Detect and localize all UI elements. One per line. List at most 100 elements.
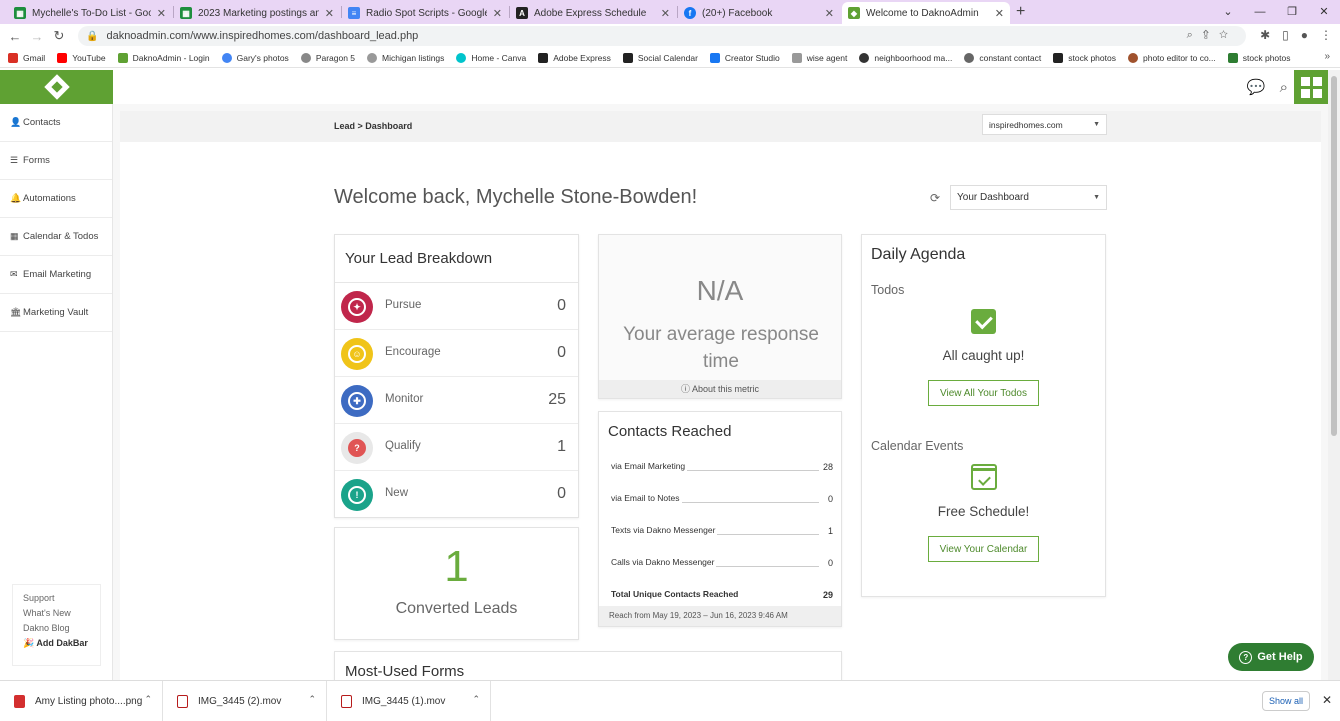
calendar-events-heading: Calendar Events (871, 439, 964, 453)
sidebar-item-email-marketing[interactable]: ✉ Email Marketing (0, 256, 112, 294)
sidebar-item-calendar[interactable]: ▦ Calendar & Todos (0, 218, 112, 256)
card-title: Your Lead Breakdown (345, 250, 493, 267)
bookmark[interactable]: neighboorhood ma... (859, 52, 952, 63)
sidepanel-icon[interactable]: ▯ (1282, 28, 1289, 42)
lead-row-pursue[interactable]: ✦ Pursue 0 (335, 283, 578, 330)
bookmark[interactable]: Creator Studio (709, 52, 780, 63)
add-dakbar-link[interactable]: 🎉 Add DakBar (23, 638, 90, 649)
sidebar-footer: Support What's New Dakno Blog 🎉 Add DakB… (12, 584, 101, 666)
main-content: Lead > Dashboard inspiredhomes.com ▼ Wel… (113, 104, 1328, 680)
close-tab-icon[interactable]: ✕ (825, 7, 834, 20)
about-metric-link[interactable]: ⓘ About this metric (599, 380, 841, 398)
browser-tab-active[interactable]: ◆ Welcome to DaknoAdmin ✕ (842, 2, 1010, 24)
chevron-up-icon[interactable]: ⌃ (308, 694, 316, 705)
page-scrollbar[interactable] (1328, 70, 1340, 680)
url-field[interactable]: 🔒 daknoadmin.com/www.inspiredhomes.com/d… (78, 26, 1246, 46)
show-all-downloads-button[interactable]: Show all (1262, 691, 1310, 711)
close-tab-icon[interactable]: ✕ (661, 7, 670, 20)
bookmark[interactable]: Adobe Express (538, 52, 611, 63)
restore-button[interactable]: ❐ (1276, 0, 1308, 24)
close-tab-icon[interactable]: ✕ (325, 7, 334, 20)
blog-link[interactable]: Dakno Blog (23, 623, 90, 633)
forward-button[interactable]: → (26, 29, 48, 44)
page-title: Welcome back, Mychelle Stone-Bowden! (334, 186, 698, 208)
reach-row: Texts via Dakno Messenger 1 (611, 525, 833, 536)
download-item[interactable]: IMG_3445 (2).mov ⌃ (163, 681, 327, 721)
bookmarks-overflow-icon[interactable]: » (1324, 51, 1330, 62)
lead-row-new[interactable]: ! New 0 (335, 471, 578, 518)
apps-grid-button[interactable] (1294, 70, 1328, 104)
url-actions[interactable]: ⌕⇪☆ (1187, 29, 1238, 42)
support-link[interactable]: Support (23, 593, 90, 603)
menu-icon[interactable]: ⋮ (1320, 28, 1332, 42)
browser-tab[interactable]: ▦ Mychelle's To-Do List - Google S ✕ (8, 2, 172, 24)
sidebar: 👤 Contacts ☰ Forms 🔔 Automations ▦ Calendar … (0, 104, 113, 680)
view-calendar-button[interactable]: View Your Calendar (928, 536, 1039, 562)
sidebar-item-contacts[interactable]: 👤 Contacts (0, 104, 112, 142)
download-item[interactable]: IMG_3445 (1).mov ⌃ (327, 681, 491, 721)
close-tab-icon[interactable]: ✕ (995, 7, 1004, 20)
download-item[interactable]: Amy Listing photo....png ⌃ (0, 681, 163, 721)
bookmark[interactable]: YouTube (57, 52, 106, 63)
sidebar-item-forms[interactable]: ☰ Forms (0, 142, 112, 180)
chevron-up-icon[interactable]: ⌃ (144, 694, 152, 705)
tab-search-icon[interactable]: ⌄ (1212, 0, 1244, 24)
puzzle-icon[interactable]: ✱ (1260, 28, 1270, 42)
user-icon: 👤 (10, 117, 22, 127)
sidebar-item-automations[interactable]: 🔔 Automations (0, 180, 112, 218)
lead-row-qualify[interactable]: ? Qualify 1 (335, 424, 578, 471)
bookmark[interactable]: Home - Canva (456, 52, 526, 63)
dakno-logo[interactable] (0, 70, 113, 104)
reload-button[interactable]: ↻ (48, 28, 70, 44)
scroll-thumb[interactable] (1331, 76, 1337, 436)
bookmark[interactable]: photo editor to co... (1127, 52, 1216, 63)
browser-tab[interactable]: ≡ Radio Spot Scripts - Google Docs ✕ (342, 2, 508, 24)
encourage-icon: ☺ (341, 338, 373, 370)
calendar-icon: ▦ (10, 231, 19, 241)
daily-agenda-card: Daily Agenda Todos All caught up! View A… (861, 234, 1106, 597)
browser-tab[interactable]: f (20+) Facebook ✕ (678, 2, 840, 24)
get-help-button[interactable]: ? Get Help (1228, 643, 1314, 671)
neighborhood-icon (859, 52, 870, 63)
dakno-icon: ◆ (848, 7, 860, 19)
reach-row: Calls via Dakno Messenger 0 (611, 557, 833, 568)
bookmark[interactable]: Social Calendar (622, 52, 698, 63)
whats-new-link[interactable]: What's New (23, 608, 90, 618)
browser-tab[interactable]: A Adobe Express Schedule ✕ (510, 2, 676, 24)
bookmark[interactable]: constant contact (964, 52, 1041, 63)
close-window-button[interactable]: ✕ (1308, 0, 1340, 24)
lead-row-monitor[interactable]: ✚ Monitor 25 (335, 377, 578, 424)
back-button[interactable]: ← (4, 29, 26, 44)
search-icon[interactable]: ⌕ (1280, 79, 1288, 96)
bookmark[interactable]: stock photos (1053, 52, 1116, 63)
close-tab-icon[interactable]: ✕ (493, 7, 502, 20)
sidebar-item-marketing-vault[interactable]: 🏛 Marketing Vault (0, 294, 112, 332)
close-icon[interactable]: ✕ (1322, 693, 1332, 707)
bookmark[interactable]: Paragon 5 (300, 52, 355, 63)
minimize-button[interactable]: — (1244, 0, 1276, 24)
lead-row-encourage[interactable]: ☺ Encourage 0 (335, 330, 578, 377)
site-select[interactable]: inspiredhomes.com ▼ (982, 114, 1107, 135)
logo-icon (43, 74, 70, 100)
avatar[interactable]: ● (1301, 28, 1308, 42)
stock-photos-icon (1227, 52, 1238, 63)
bookmark[interactable]: DaknoAdmin - Login (117, 52, 210, 63)
refresh-icon[interactable]: ⟳ (930, 191, 940, 205)
new-tab-button[interactable]: + (1016, 3, 1025, 21)
converted-leads-card[interactable]: 1 Converted Leads (334, 527, 579, 640)
bookmark[interactable]: Gary's photos (221, 52, 289, 63)
dashboard-select[interactable]: Your Dashboard ▼ (950, 185, 1107, 210)
bookmark[interactable]: wise agent (791, 52, 847, 63)
chevron-up-icon[interactable]: ⌃ (472, 694, 480, 705)
photo-editor-icon (1127, 52, 1138, 63)
card-title: Most-Used Forms (345, 663, 465, 680)
bookmark[interactable]: Gmail (8, 52, 45, 63)
card-title: Daily Agenda (871, 246, 966, 263)
browser-tab[interactable]: ▦ 2023 Marketing postings and pro ✕ (174, 2, 340, 24)
bookmark[interactable]: Michigan listings (367, 52, 444, 63)
close-tab-icon[interactable]: ✕ (157, 7, 166, 20)
bookmark[interactable]: stock photos (1227, 52, 1291, 63)
chat-icon[interactable]: 💬 (1247, 78, 1266, 96)
contacts-reached-card: Contacts Reached via Email Marketing 28 v… (598, 411, 842, 627)
view-todos-button[interactable]: View All Your Todos (928, 380, 1039, 406)
